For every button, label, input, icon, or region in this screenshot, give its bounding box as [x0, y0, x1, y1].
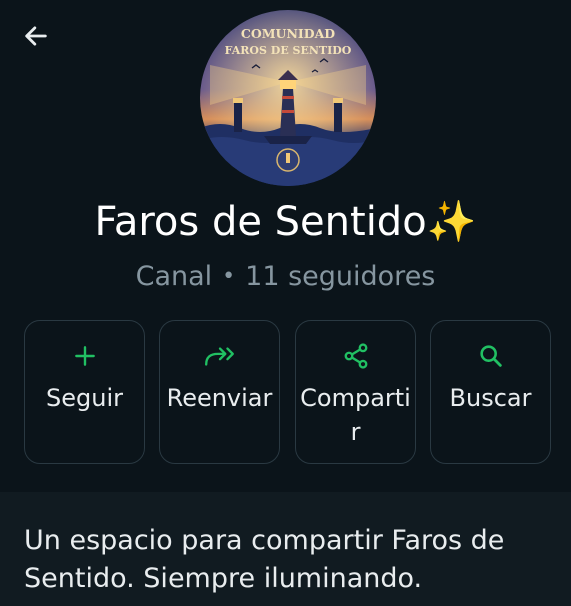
plus-icon: [74, 346, 95, 366]
search-label: Buscar: [449, 384, 532, 412]
forward-icon: [204, 347, 234, 366]
forward-label: Reenviar: [166, 384, 273, 412]
share-label: Compartir: [300, 384, 411, 446]
search-icon: [479, 345, 502, 367]
svg-text:COMUNIDAD: COMUNIDAD: [241, 26, 335, 41]
followers-count[interactable]: 11 seguidores: [245, 261, 435, 292]
meta-separator: •: [222, 264, 236, 289]
channel-info-page: COMUNIDAD FAROS DE SENTIDO Faros de Sent…: [0, 0, 571, 606]
back-button[interactable]: [16, 16, 56, 56]
arrow-left-icon: [25, 26, 47, 46]
svg-text:FAROS DE SENTIDO: FAROS DE SENTIDO: [225, 44, 352, 57]
channel-description: Un espacio para compartir Faros de Senti…: [24, 525, 505, 594]
channel-avatar[interactable]: COMUNIDAD FAROS DE SENTIDO: [200, 10, 376, 186]
search-button[interactable]: Buscar: [430, 320, 551, 464]
follow-button[interactable]: Seguir: [24, 320, 145, 464]
share-icon: [344, 343, 367, 369]
channel-name: Faros de Sentido✨: [94, 199, 477, 245]
channel-type: Canal: [135, 261, 213, 292]
share-button[interactable]: Compartir: [295, 320, 416, 464]
channel-meta: Canal • 11 seguidores: [0, 258, 571, 296]
action-buttons: Seguir Reenviar Compartir Buscar: [24, 320, 552, 464]
forward-button[interactable]: Reenviar: [159, 320, 280, 464]
follow-label: Seguir: [46, 384, 123, 412]
